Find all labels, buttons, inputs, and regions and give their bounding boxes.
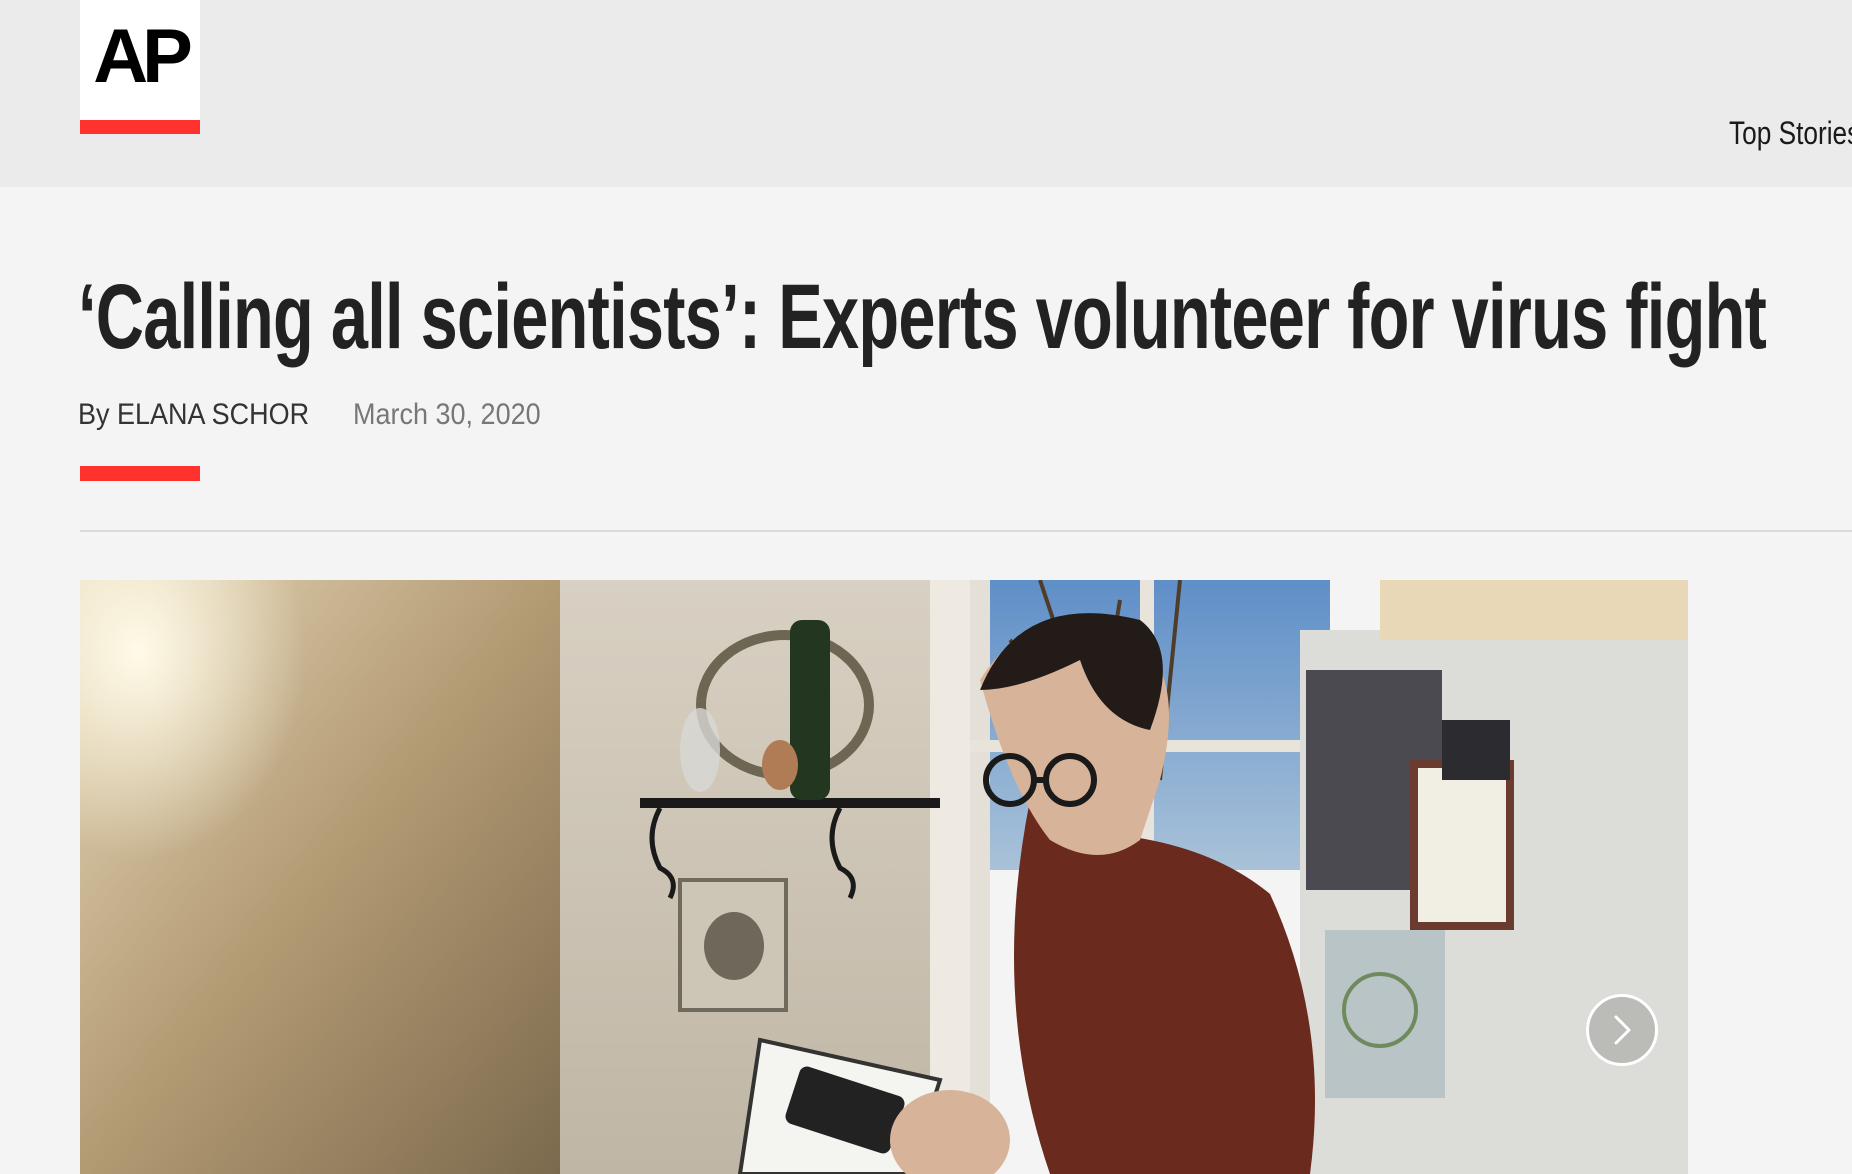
logo-red-bar <box>80 120 200 134</box>
lead-photo-image <box>80 580 1688 1174</box>
site-header: AP Top Stories <box>0 0 1852 187</box>
gallery-next-button[interactable] <box>1586 994 1658 1066</box>
article-headline: ‘Calling all scientists’: Experts volunt… <box>78 266 1767 368</box>
chevron-right-icon <box>1614 1015 1631 1045</box>
article-date: March 30, 2020 <box>353 398 541 431</box>
lead-photo[interactable] <box>80 580 1688 1174</box>
ap-logo[interactable]: AP <box>80 0 200 134</box>
section-divider <box>80 530 1852 532</box>
nav-top-stories[interactable]: Top Stories <box>1729 115 1852 152</box>
red-accent-bar <box>80 466 200 481</box>
article-byline[interactable]: By ELANA SCHOR <box>78 398 309 432</box>
logo-text: AP <box>93 14 193 99</box>
